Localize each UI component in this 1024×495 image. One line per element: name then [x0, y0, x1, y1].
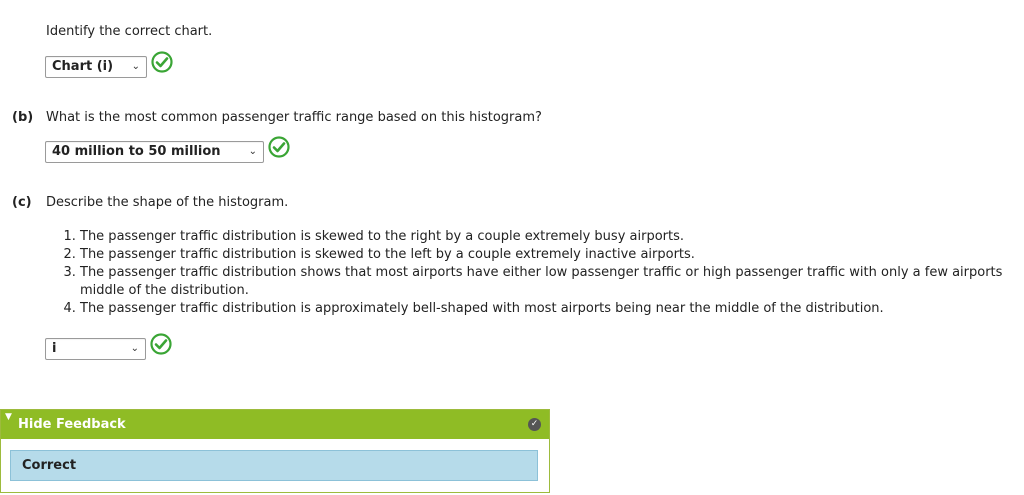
shape-choice-list: The passenger traffic distribution is sk… — [62, 228, 1024, 318]
list-item: The passenger traffic distribution shows… — [80, 264, 1024, 300]
shape-select[interactable]: i ⌄ — [45, 338, 146, 360]
part-c-question: Describe the shape of the histogram. — [46, 195, 289, 210]
triangle-down-icon: ▼ — [5, 412, 12, 422]
traffic-range-select[interactable]: 40 million to 50 million ⌄ — [45, 141, 264, 163]
part-c-label: (c) — [12, 195, 32, 210]
check-circle-icon — [268, 136, 290, 158]
chevron-down-icon: ⌄ — [248, 146, 257, 157]
chart-select-value: Chart (i) — [52, 59, 114, 74]
shape-select-value: i — [52, 341, 57, 356]
part-b-label: (b) — [12, 110, 34, 125]
feedback-panel: ▼ Hide Feedback ✓ Correct — [0, 409, 550, 493]
hide-feedback-toggle[interactable]: ▼ Hide Feedback ✓ — [1, 410, 549, 439]
list-item: The passenger traffic distribution is ap… — [80, 300, 1024, 318]
part-a-prompt: Identify the correct chart. — [46, 24, 213, 39]
feedback-result: Correct — [10, 450, 538, 481]
chevron-down-icon: ⌄ — [131, 61, 140, 72]
hide-feedback-label: Hide Feedback — [18, 417, 126, 432]
check-badge-icon: ✓ — [528, 418, 541, 431]
chart-select[interactable]: Chart (i) ⌄ — [45, 56, 147, 78]
traffic-range-select-value: 40 million to 50 million — [52, 144, 221, 159]
check-circle-icon — [150, 333, 172, 355]
part-b-question: What is the most common passenger traffi… — [46, 110, 542, 125]
check-circle-icon — [151, 51, 173, 73]
chevron-down-icon: ⌄ — [130, 343, 139, 354]
list-item: The passenger traffic distribution is sk… — [80, 246, 1024, 264]
list-item: The passenger traffic distribution is sk… — [80, 228, 1024, 246]
